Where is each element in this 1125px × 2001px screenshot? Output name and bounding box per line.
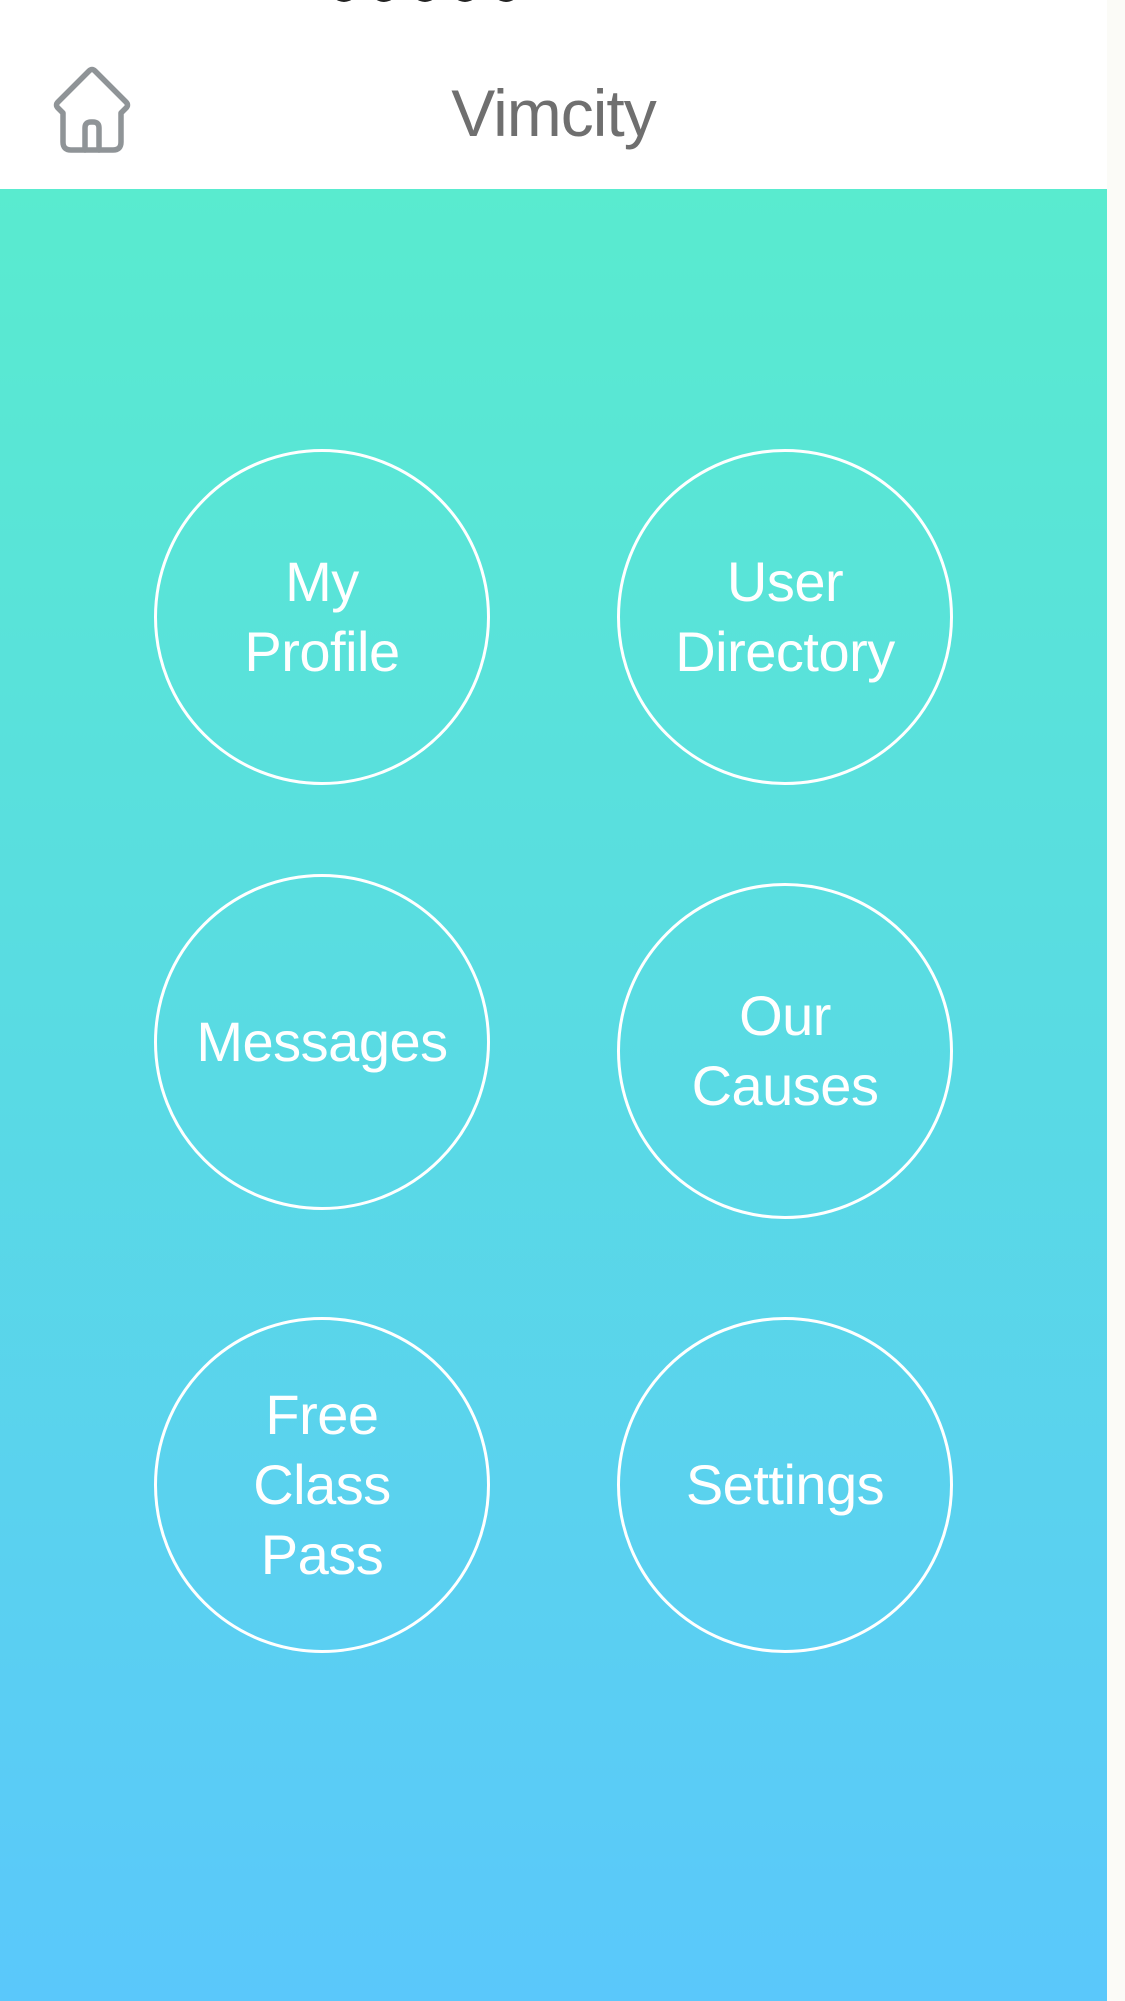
status-glyph — [410, 0, 439, 2]
user-directory-label-line: User — [726, 550, 844, 613]
free-class-pass-label-line: Class — [253, 1453, 391, 1516]
settings-button[interactable]: Settings — [617, 1317, 953, 1653]
my-profile-button[interactable]: My Profile — [154, 449, 490, 785]
top-navigation-bar: Vimcity — [0, 0, 1107, 189]
our-causes-label-line: Our — [739, 984, 831, 1047]
free-class-pass-label-line: Free — [265, 1383, 379, 1446]
settings-label-line: Settings — [685, 1453, 885, 1516]
app-screen: Vimcity My Profile User Directory Messag… — [0, 0, 1125, 2001]
status-glyph — [491, 0, 520, 2]
user-directory-label-line: Directory — [675, 620, 895, 683]
free-class-pass-button[interactable]: Free Class Pass — [154, 1317, 490, 1653]
app-title: Vimcity — [451, 76, 656, 150]
free-class-pass-label: Free Class Pass — [253, 1380, 391, 1590]
status-glyph — [451, 0, 480, 2]
our-causes-label: Our Causes — [692, 981, 879, 1121]
status-bar-fragment — [330, 0, 540, 6]
messages-label-line: Messages — [196, 1010, 448, 1073]
messages-label: Messages — [196, 1007, 448, 1077]
user-directory-button[interactable]: User Directory — [617, 449, 953, 785]
my-profile-label-line: Profile — [244, 620, 400, 683]
right-edge-strip — [1107, 0, 1125, 2001]
status-glyph — [330, 0, 358, 2]
menu-area: My Profile User Directory Messages Our C… — [0, 189, 1107, 2001]
status-glyph — [370, 0, 399, 2]
our-causes-button[interactable]: Our Causes — [617, 883, 953, 1219]
my-profile-label: My Profile — [244, 547, 400, 687]
free-class-pass-label-line: Pass — [260, 1523, 384, 1586]
my-profile-label-line: My — [285, 550, 359, 613]
our-causes-label-line: Causes — [691, 1054, 879, 1117]
user-directory-label: User Directory — [675, 547, 895, 687]
messages-button[interactable]: Messages — [154, 874, 490, 1210]
settings-label: Settings — [685, 1450, 885, 1520]
